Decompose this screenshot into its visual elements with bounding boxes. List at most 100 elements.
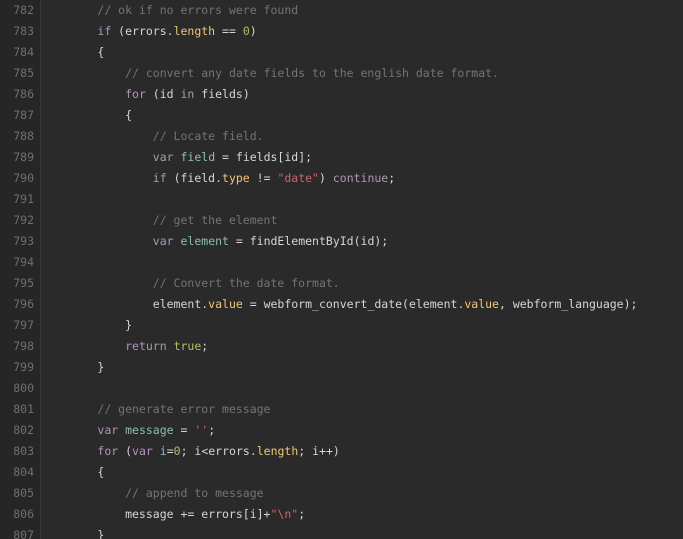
code-lines-container[interactable]: 782 // ok if no errors were found 783 if … (0, 0, 683, 539)
line-number[interactable]: 805 (0, 483, 34, 504)
code-line-text[interactable]: // convert any date fields to the englis… (42, 63, 499, 84)
token-com: // append to message (125, 486, 264, 500)
token-pln (42, 444, 97, 458)
line-number[interactable]: 796 (0, 294, 34, 315)
token-str: '' (194, 423, 209, 437)
code-line-text[interactable]: // Locate field. (42, 126, 264, 147)
code-line-text[interactable]: // Convert the date format. (42, 273, 340, 294)
token-com: // ok if no errors were found (97, 3, 299, 17)
code-line[interactable]: 797 } (0, 315, 683, 336)
line-number[interactable]: 804 (0, 462, 34, 483)
line-number[interactable]: 795 (0, 273, 34, 294)
line-number[interactable]: 790 (0, 168, 34, 189)
code-line[interactable]: 803 for (var i=0; i<errors.length; i++) (0, 441, 683, 462)
code-line-text[interactable]: { (42, 42, 104, 63)
code-line-text[interactable]: { (42, 105, 132, 126)
line-number[interactable]: 782 (0, 0, 34, 21)
code-line-text[interactable]: // ok if no errors were found (42, 0, 298, 21)
token-pln: ( (118, 444, 133, 458)
code-line-text[interactable]: var field = fields[id]; (42, 147, 312, 168)
line-number[interactable]: 783 (0, 21, 34, 42)
code-line-text[interactable]: var message = ''; (42, 420, 215, 441)
line-number[interactable]: 802 (0, 420, 34, 441)
code-line[interactable]: 788 // Locate field. (0, 126, 683, 147)
token-num: 0 (173, 444, 181, 458)
code-line[interactable]: 791 (0, 189, 683, 210)
code-line[interactable]: 800 (0, 378, 683, 399)
code-line[interactable]: 793 var element = findElementById(id); (0, 231, 683, 252)
token-prop: .length (249, 444, 299, 458)
token-const: true (173, 339, 202, 353)
line-number[interactable]: 788 (0, 126, 34, 147)
line-number[interactable]: 789 (0, 147, 34, 168)
token-kw: return (125, 339, 167, 353)
code-line[interactable]: 801 // generate error message (0, 399, 683, 420)
token-var: message (125, 423, 174, 437)
code-line-text[interactable]: // append to message (42, 483, 264, 504)
code-line-text[interactable]: // generate error message (42, 399, 270, 420)
code-line[interactable]: 783 if (errors.length == 0) (0, 21, 683, 42)
code-line[interactable]: 807 } (0, 525, 683, 539)
line-number[interactable]: 792 (0, 210, 34, 231)
code-line-text[interactable]: { (42, 462, 104, 483)
code-line[interactable]: 782 // ok if no errors were found (0, 0, 683, 21)
line-number[interactable]: 807 (0, 525, 34, 539)
code-line-text[interactable]: element.value = webform_convert_date(ele… (42, 294, 638, 315)
code-line[interactable]: 790 if (field.type != "date") continue; (0, 168, 683, 189)
code-line-text[interactable]: message += errors[i]+"\n"; (42, 504, 305, 525)
code-line[interactable]: 806 message += errors[i]+"\n"; (0, 504, 683, 525)
line-number[interactable]: 794 (0, 252, 34, 273)
line-number[interactable]: 791 (0, 189, 34, 210)
token-var: element (180, 234, 229, 248)
line-number[interactable]: 806 (0, 504, 34, 525)
code-line-text[interactable]: for (id in fields) (42, 84, 250, 105)
token-pln: element (42, 297, 202, 311)
code-line[interactable]: 796 element.value = webform_convert_date… (0, 294, 683, 315)
token-kw: in (180, 87, 195, 101)
line-number[interactable]: 784 (0, 42, 34, 63)
code-line-text[interactable]: return true; (42, 336, 208, 357)
code-line-text[interactable]: var element = findElementById(id); (42, 231, 388, 252)
code-line-text[interactable]: } (42, 525, 104, 539)
token-prop: .value (457, 297, 499, 311)
code-editor[interactable]: 782 // ok if no errors were found 783 if … (0, 0, 683, 539)
token-pln: { (42, 465, 105, 479)
line-number[interactable]: 797 (0, 315, 34, 336)
line-number[interactable]: 799 (0, 357, 34, 378)
code-line[interactable]: 798 return true; (0, 336, 683, 357)
code-line-text[interactable]: for (var i=0; i<errors.length; i++) (42, 441, 340, 462)
code-line[interactable]: 792 // get the element (0, 210, 683, 231)
token-str: "date" (277, 171, 319, 185)
code-line-text[interactable]: if (field.type != "date") continue; (42, 168, 395, 189)
line-number[interactable]: 785 (0, 63, 34, 84)
code-line[interactable]: 805 // append to message (0, 483, 683, 504)
line-number[interactable]: 793 (0, 231, 34, 252)
token-pln: ; i++) (298, 444, 340, 458)
code-line-text[interactable]: } (42, 315, 132, 336)
code-line-text[interactable]: if (errors.length == 0) (42, 21, 256, 42)
line-number[interactable]: 787 (0, 105, 34, 126)
code-line[interactable]: 784 { (0, 42, 683, 63)
token-pln (42, 486, 125, 500)
code-line-text[interactable]: } (42, 357, 104, 378)
line-number[interactable]: 786 (0, 84, 34, 105)
code-line[interactable]: 786 for (id in fields) (0, 84, 683, 105)
token-pln (42, 129, 153, 143)
code-line[interactable]: 799 } (0, 357, 683, 378)
code-line-text[interactable]: // get the element (42, 210, 278, 231)
token-pln (42, 150, 153, 164)
line-number[interactable]: 801 (0, 399, 34, 420)
token-kw: var (132, 444, 153, 458)
code-line[interactable]: 794 (0, 252, 683, 273)
code-line[interactable]: 789 var field = fields[id]; (0, 147, 683, 168)
code-line[interactable]: 804 { (0, 462, 683, 483)
code-line[interactable]: 795 // Convert the date format. (0, 273, 683, 294)
line-number[interactable]: 798 (0, 336, 34, 357)
line-number[interactable]: 800 (0, 378, 34, 399)
code-line[interactable]: 787 { (0, 105, 683, 126)
token-pln: (errors (111, 24, 167, 38)
line-number[interactable]: 803 (0, 441, 34, 462)
code-line[interactable]: 785 // convert any date fields to the en… (0, 63, 683, 84)
code-line[interactable]: 802 var message = ''; (0, 420, 683, 441)
token-pln: message += errors[i]+ (42, 507, 271, 521)
